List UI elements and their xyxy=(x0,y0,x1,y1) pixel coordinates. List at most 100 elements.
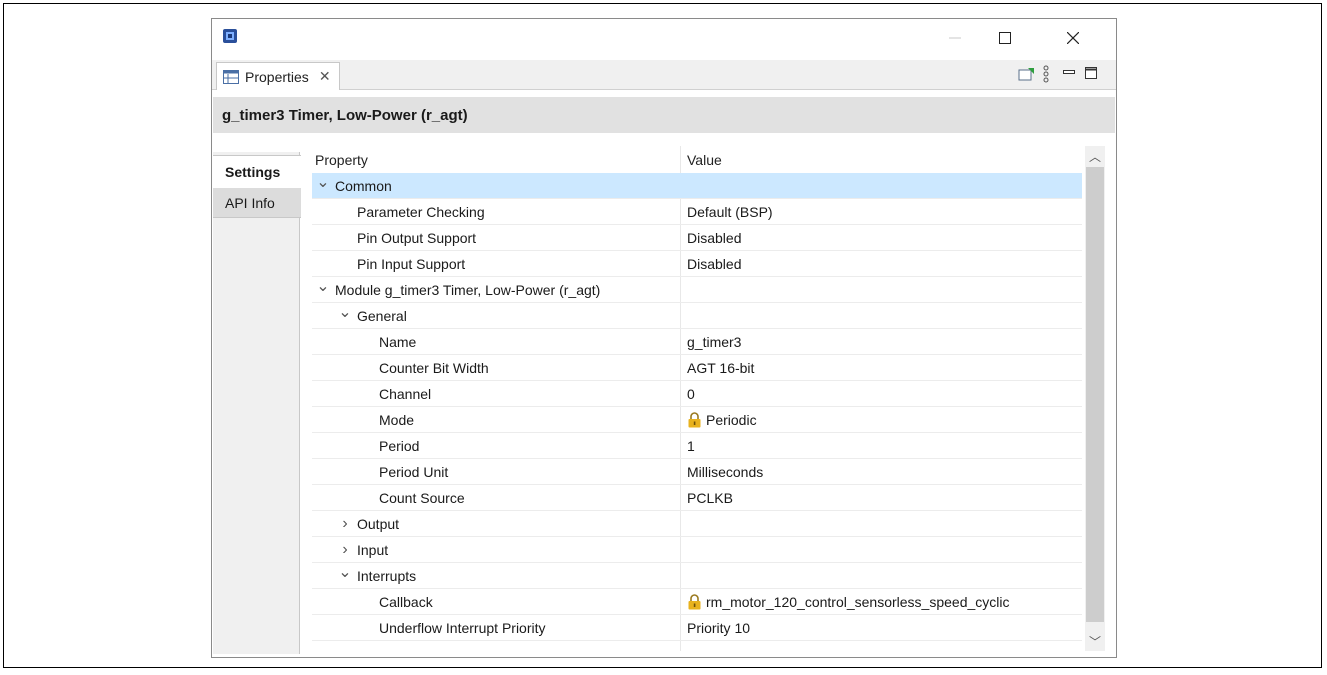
property-cell: Count Source xyxy=(379,485,465,511)
property-table: Property Value ⌄ Common Parameter Checking… xyxy=(312,146,1082,651)
property-label: Counter Bit Width xyxy=(379,360,489,376)
chevron-right-icon[interactable]: › xyxy=(337,541,353,559)
scroll-thumb[interactable] xyxy=(1086,167,1104,622)
value-text: Disabled xyxy=(687,230,742,246)
maximize-view-icon[interactable] xyxy=(1085,67,1097,79)
window-maximize-button[interactable] xyxy=(982,19,1028,57)
tab-settings[interactable]: Settings xyxy=(213,155,301,188)
column-header-property[interactable]: Property xyxy=(315,146,368,173)
properties-header: g_timer3 Timer, Low-Power (r_agt) xyxy=(213,97,1115,133)
property-cell: › Output xyxy=(337,511,399,537)
property-cell: Callback xyxy=(379,589,433,615)
property-cell: Underflow Interrupt Priority xyxy=(379,615,546,641)
table-row[interactable]: › Input xyxy=(312,537,1082,563)
property-cell: Channel xyxy=(379,381,431,407)
property-label: General xyxy=(357,308,407,324)
minimize-view-icon[interactable] xyxy=(1063,67,1075,79)
value-text: Priority 10 xyxy=(687,620,751,636)
property-label: Name xyxy=(379,334,417,350)
value-cell[interactable]: g_timer3 xyxy=(687,329,741,355)
table-row[interactable]: Period 1 xyxy=(312,433,1082,459)
value-text: PCLKB xyxy=(687,490,733,506)
value-cell[interactable]: Periodic xyxy=(687,407,757,433)
property-cell: Period xyxy=(379,433,419,459)
table-row[interactable]: Channel 0 xyxy=(312,381,1082,407)
table-row[interactable]: Pin Output Support Disabled xyxy=(312,225,1082,251)
table-row[interactable]: Mode Periodic xyxy=(312,407,1082,433)
property-label: Period Unit xyxy=(379,464,449,480)
app-chip-icon xyxy=(223,29,237,43)
lock-icon xyxy=(688,412,701,428)
title-bar xyxy=(212,19,1116,57)
value-cell[interactable]: Disabled xyxy=(687,225,741,251)
minimize-icon xyxy=(949,37,961,39)
scroll-up-icon[interactable]: ︿ xyxy=(1085,146,1105,166)
value-cell[interactable]: Milliseconds xyxy=(687,459,763,485)
close-icon xyxy=(1067,32,1079,44)
property-label: Input xyxy=(357,542,389,558)
properties-view-tab[interactable]: Properties ✕ xyxy=(216,62,340,90)
property-cell: Pin Input Support xyxy=(357,251,465,277)
value-cell[interactable]: AGT 16-bit xyxy=(687,355,754,381)
property-label: Pin Output Support xyxy=(357,230,477,246)
maximize-icon xyxy=(999,32,1011,44)
table-row[interactable]: ⌄ Module g_timer3 Timer, Low-Power (r_agt… xyxy=(312,277,1082,303)
property-label: Parameter Checking xyxy=(357,204,485,220)
property-label: Common xyxy=(335,178,392,194)
tab-close-icon[interactable]: ✕ xyxy=(319,68,331,85)
value-text: AGT 16-bit xyxy=(687,360,755,376)
vertical-scrollbar[interactable]: ︿ ﹀ xyxy=(1085,146,1105,651)
property-cell: Period Unit xyxy=(379,459,448,485)
table-row[interactable]: Counter Bit Width AGT 16-bit xyxy=(312,355,1082,381)
property-label: Callback xyxy=(379,594,433,610)
table-row[interactable]: Name g_timer3 xyxy=(312,329,1082,355)
value-cell[interactable]: Default (BSP) xyxy=(687,199,773,225)
property-cell: Pin Output Support xyxy=(357,225,476,251)
window-close-button[interactable] xyxy=(1050,19,1096,57)
table-row[interactable]: Callback rm_motor_120_control_sensorless_… xyxy=(312,589,1082,615)
table-row[interactable]: ⌄ Interrupts xyxy=(312,563,1082,589)
value-text: g_timer3 xyxy=(687,334,742,350)
table-row[interactable]: Period Unit Milliseconds xyxy=(312,459,1082,485)
value-cell[interactable]: Priority 10 xyxy=(687,615,750,641)
pin-editor-icon[interactable] xyxy=(1018,66,1036,82)
table-row[interactable]: Pin Input Support Disabled xyxy=(312,251,1082,277)
value-cell[interactable]: 1 xyxy=(687,433,695,459)
value-cell[interactable]: Disabled xyxy=(687,251,741,277)
property-label: Underflow Interrupt Priority xyxy=(379,620,546,636)
view-menu-icon[interactable] xyxy=(1043,65,1049,83)
view-tab-label: Properties xyxy=(245,68,309,85)
property-cell: Counter Bit Width xyxy=(379,355,489,381)
value-text: Default (BSP) xyxy=(687,204,773,220)
chevron-down-icon[interactable]: ⌄ xyxy=(337,562,353,582)
chevron-down-icon[interactable]: ⌄ xyxy=(315,276,331,296)
chevron-down-icon[interactable]: ⌄ xyxy=(337,302,353,322)
property-label: Module g_timer3 Timer, Low-Power (r_agt) xyxy=(335,282,601,298)
table-row[interactable]: › Output xyxy=(312,511,1082,537)
column-header-value[interactable]: Value xyxy=(687,146,722,173)
table-row[interactable]: Underflow Interrupt Priority Priority 10 xyxy=(312,615,1082,641)
property-cell: Name xyxy=(379,329,416,355)
chevron-right-icon[interactable]: › xyxy=(337,515,353,533)
property-cell: ⌄ Interrupts xyxy=(337,563,416,589)
property-cell: Parameter Checking xyxy=(357,199,485,225)
property-label: Count Source xyxy=(379,490,465,506)
scroll-down-icon[interactable]: ﹀ xyxy=(1085,631,1105,651)
value-cell[interactable]: 0 xyxy=(687,381,695,407)
property-label: Mode xyxy=(379,412,415,428)
chevron-down-icon[interactable]: ⌄ xyxy=(315,172,331,192)
value-text: Disabled xyxy=(687,256,742,272)
property-label: Interrupts xyxy=(357,568,417,584)
tab-api-info[interactable]: API Info xyxy=(213,188,301,218)
property-cell: ⌄ Common xyxy=(315,173,392,199)
table-row[interactable]: Parameter Checking Default (BSP) xyxy=(312,199,1082,225)
value-text: rm_motor_120_control_sensorless_speed_cy… xyxy=(706,594,1010,610)
table-row[interactable]: Count Source PCLKB xyxy=(312,485,1082,511)
value-cell[interactable]: PCLKB xyxy=(687,485,733,511)
value-cell[interactable]: rm_motor_120_control_sensorless_speed_cy… xyxy=(687,589,1010,615)
property-label: Pin Input Support xyxy=(357,256,466,272)
window-minimize-button[interactable] xyxy=(932,19,978,57)
page-title: g_timer3 Timer, Low-Power (r_agt) xyxy=(222,106,468,124)
table-row[interactable]: ⌄ General xyxy=(312,303,1082,329)
table-row[interactable]: ⌄ Common xyxy=(312,173,1082,199)
